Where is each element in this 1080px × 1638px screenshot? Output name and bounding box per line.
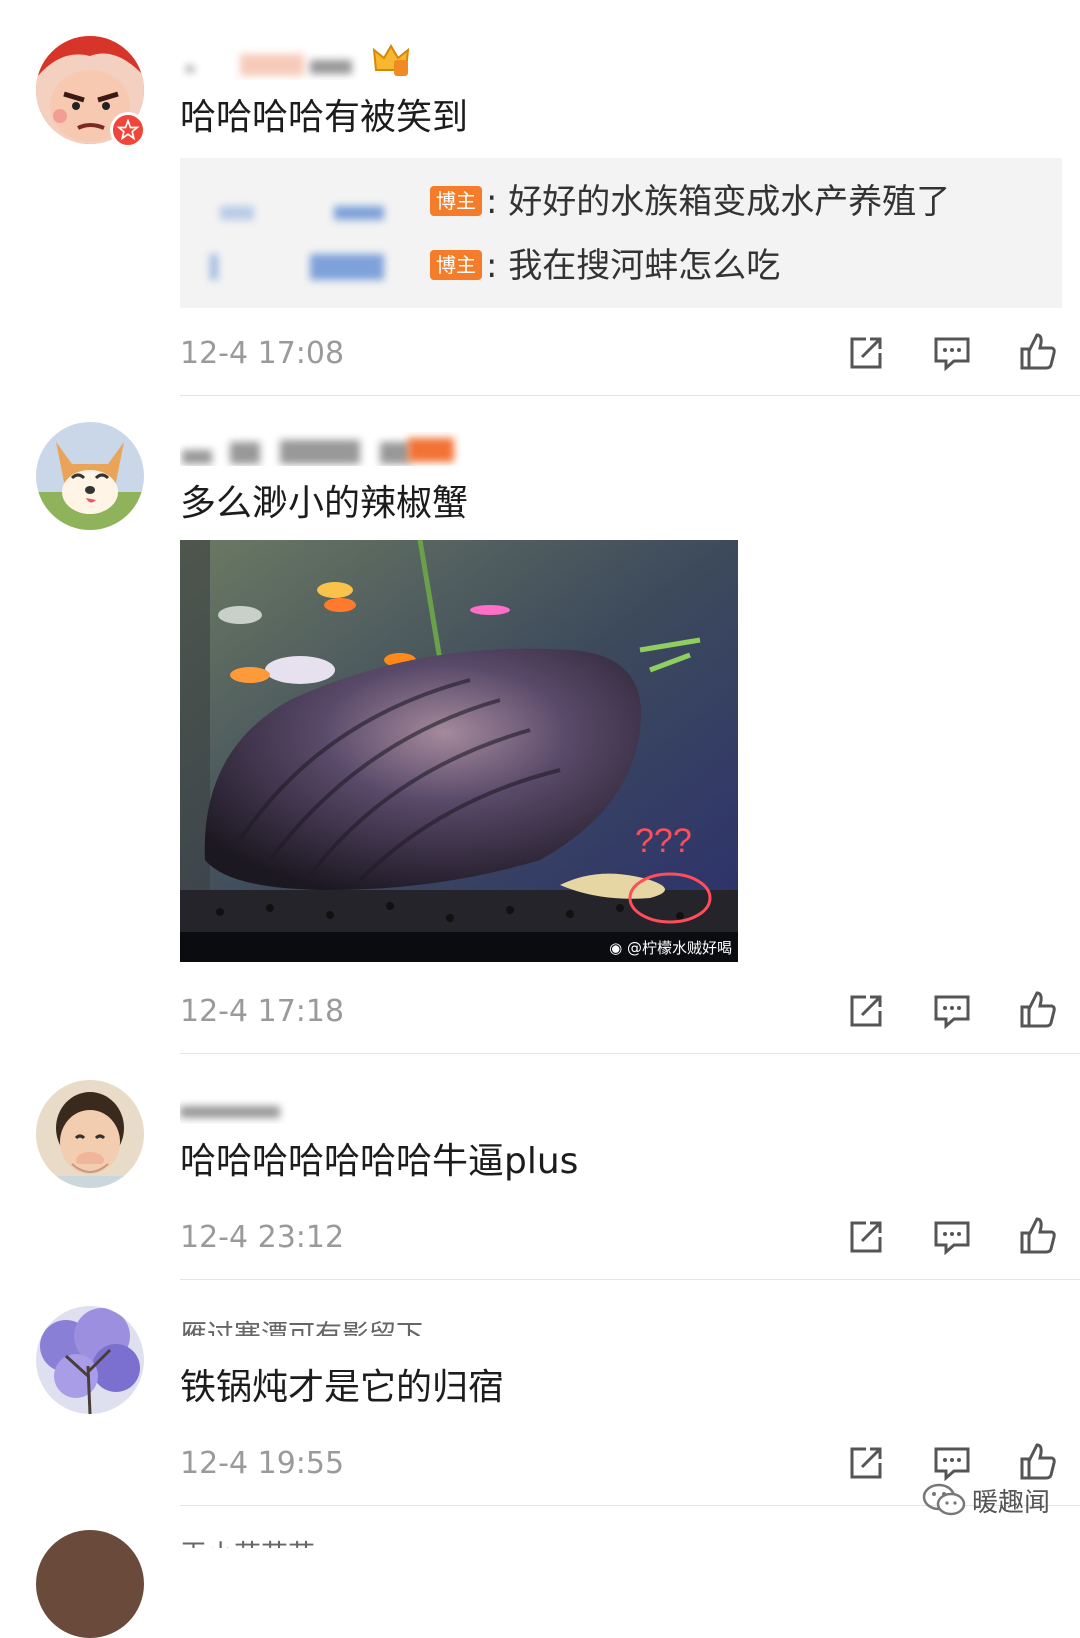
username[interactable] <box>180 46 360 80</box>
username[interactable] <box>180 1090 300 1124</box>
avatar-image <box>36 422 144 530</box>
comment-icon[interactable] <box>932 1217 972 1257</box>
reply-text: : 好好的水族箱变成水产养殖了 <box>486 182 951 222</box>
comment-text: 多么渺小的辣椒蟹 <box>180 483 469 524</box>
page-watermark-text: 暖趣闻 <box>971 1487 1050 1518</box>
comment-icon[interactable] <box>932 991 972 1031</box>
share-icon[interactable] <box>846 991 886 1031</box>
reply-row[interactable]: 博主 : 我在搜河蚌怎么吃 <box>180 244 1062 288</box>
photo-watermark-text: @柠檬水贼好喝 <box>626 939 732 957</box>
comment-photo[interactable]: ??? ◉ @柠檬水贼好喝 <box>180 540 738 962</box>
username[interactable] <box>180 432 470 466</box>
timestamp: 12-4 23:12 <box>180 1220 345 1255</box>
author-badge: 博主 <box>430 186 482 216</box>
comment-icon[interactable] <box>932 333 972 373</box>
reply-box[interactable]: 博主 : 好好的水族箱变成水产养殖了 博主 : 我在搜河蚌怎么吃 <box>180 158 1062 308</box>
vip-badge-icon <box>110 112 146 148</box>
crown-icon <box>372 44 410 76</box>
comment-text: 哈哈哈哈有被笑到 <box>180 97 469 138</box>
share-icon[interactable] <box>846 333 886 373</box>
thumbs-up-icon[interactable] <box>1018 331 1058 371</box>
avatar[interactable] <box>36 1306 144 1414</box>
avatar[interactable] <box>36 1530 144 1638</box>
username[interactable]: 王小花花花 <box>180 1536 315 1548</box>
thumbs-up-icon[interactable] <box>1018 989 1058 1029</box>
share-icon[interactable] <box>846 1443 886 1483</box>
timestamp: 12-4 17:18 <box>180 994 345 1029</box>
aquarium-clam-image: ??? <box>180 540 738 962</box>
author-badge: 博主 <box>430 250 482 280</box>
wechat-icon <box>922 1483 966 1516</box>
weibo-icon: ◉ <box>609 939 623 957</box>
reply-text: : 我在搜河蚌怎么吃 <box>486 246 781 286</box>
comment-icon[interactable] <box>932 1443 972 1483</box>
photo-annotation: ??? <box>635 822 692 860</box>
timestamp: 12-4 17:08 <box>180 336 345 371</box>
comment-text: 铁锅炖才是它的归宿 <box>180 1367 505 1408</box>
page-watermark: 暖趣闻 <box>922 1480 1050 1520</box>
avatar[interactable] <box>36 422 144 530</box>
timestamp: 12-4 19:55 <box>180 1446 345 1481</box>
share-icon[interactable] <box>846 1217 886 1257</box>
comment-text: 哈哈哈哈哈哈哈牛逼plus <box>180 1141 579 1182</box>
divider <box>180 1053 1080 1054</box>
photo-watermark: ◉ @柠檬水贼好喝 <box>609 937 732 958</box>
thumbs-up-icon[interactable] <box>1018 1215 1058 1255</box>
avatar-image <box>36 1306 144 1414</box>
divider <box>180 1279 1080 1280</box>
username[interactable]: 雁过寒潭可有影留下 <box>180 1316 423 1336</box>
thumbs-up-icon[interactable] <box>1018 1441 1058 1481</box>
reply-row[interactable]: 博主 : 好好的水族箱变成水产养殖了 <box>180 180 1062 224</box>
divider <box>180 395 1080 396</box>
avatar[interactable] <box>36 1080 144 1188</box>
avatar-image <box>36 1080 144 1188</box>
